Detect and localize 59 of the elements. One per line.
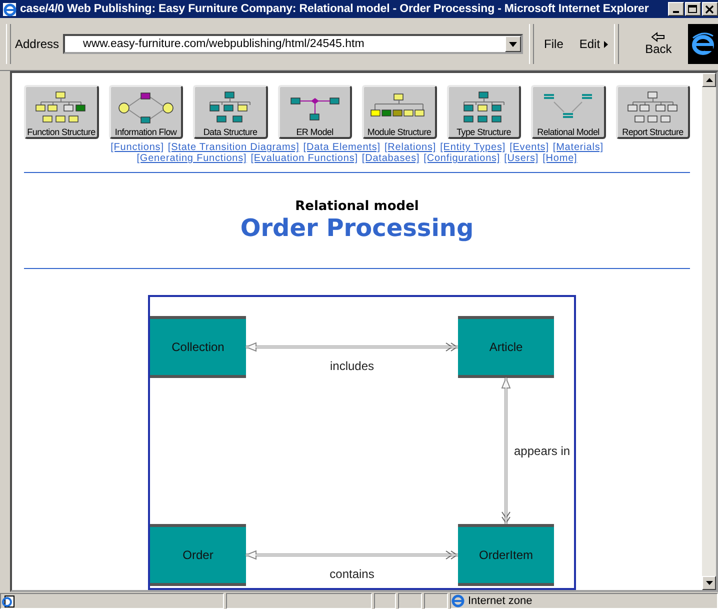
browser-icon (2, 2, 17, 16)
address-label: Address (15, 37, 60, 51)
nav-link[interactable]: [Configurations] (424, 153, 500, 164)
maximize-icon (688, 4, 698, 14)
chevron-icon (604, 40, 608, 48)
relation-label: contains (330, 567, 374, 581)
nav-link[interactable]: [State Transition Diagrams] (168, 142, 300, 153)
window-title: case/4/0 Web Publishing: Easy Furniture Company: Relational model - Order Processing - Microsoft Internet Explorer (20, 3, 649, 15)
page-title: Order Processing (240, 214, 474, 242)
menu-item[interactable]: File (544, 37, 564, 51)
entity-name: Order (182, 548, 214, 562)
entity-name: OrderItem (479, 548, 533, 562)
menu-item[interactable]: Edit (579, 37, 608, 51)
nav-link[interactable]: [Generating Functions] (136, 153, 247, 164)
nav-link[interactable]: [Home] (542, 153, 578, 164)
page-icon (1, 594, 15, 608)
nav-link[interactable]: [Materials] (552, 142, 604, 153)
back-arrow-icon (651, 32, 666, 42)
nav-link[interactable]: [Evaluation Functions] (250, 153, 358, 164)
entity-name: Article (489, 340, 523, 354)
page-subtitle: Relational model (295, 199, 419, 214)
browser-logo-icon (691, 32, 715, 56)
scrollbar[interactable] (702, 73, 716, 590)
scroll-up-button[interactable] (702, 73, 716, 87)
nav-link[interactable]: [Databases] (362, 153, 420, 164)
address-field[interactable]: www.easy-furniture.com/webpublishing/html/24545.htm (63, 34, 524, 54)
diagram-type-button[interactable]: Information Flow (108, 85, 183, 139)
nav-link[interactable]: [Data Elements] (303, 142, 380, 153)
nav-link[interactable]: [Users] (504, 153, 539, 164)
entity-name: Collection (172, 340, 224, 354)
diagram-type-button[interactable]: ER Model (278, 85, 352, 139)
dropdown-button[interactable] (505, 36, 522, 52)
diagram-type-button[interactable]: Module Structure (362, 85, 436, 139)
close-icon (705, 4, 715, 14)
caret-icon (509, 42, 518, 46)
nav-link[interactable]: [Functions] (110, 142, 164, 153)
relation-label: appears in (514, 444, 570, 458)
diagram-type-button[interactable]: Function Structure (24, 85, 98, 139)
scroll-down-button[interactable] (702, 576, 716, 590)
nav-link[interactable]: [Events] (510, 142, 549, 153)
diagram-type-button[interactable]: Report Structure (616, 85, 690, 139)
minimize-button[interactable] (668, 2, 684, 16)
status-pane (424, 593, 448, 609)
nav-link[interactable]: [Relations] (384, 142, 436, 153)
zone-label: Internet zone (468, 595, 532, 607)
down-arrow-icon (706, 581, 712, 585)
diagram-type-button[interactable]: Data Structure (193, 85, 268, 139)
close-button[interactable] (702, 2, 718, 16)
globe-icon (451, 594, 465, 608)
status-pane (374, 593, 396, 609)
diagram-type-button[interactable]: Relational Model (531, 85, 606, 139)
back-button[interactable]: Back (635, 32, 682, 56)
diagram-type-button[interactable]: Type Structure (446, 85, 521, 139)
maximize-button[interactable] (685, 2, 701, 16)
status-pane (398, 593, 422, 609)
relation-label: includes (330, 359, 374, 373)
minimize-icon (673, 10, 679, 12)
nav-link[interactable]: [Entity Types] (440, 142, 506, 153)
up-arrow-icon (706, 78, 712, 82)
